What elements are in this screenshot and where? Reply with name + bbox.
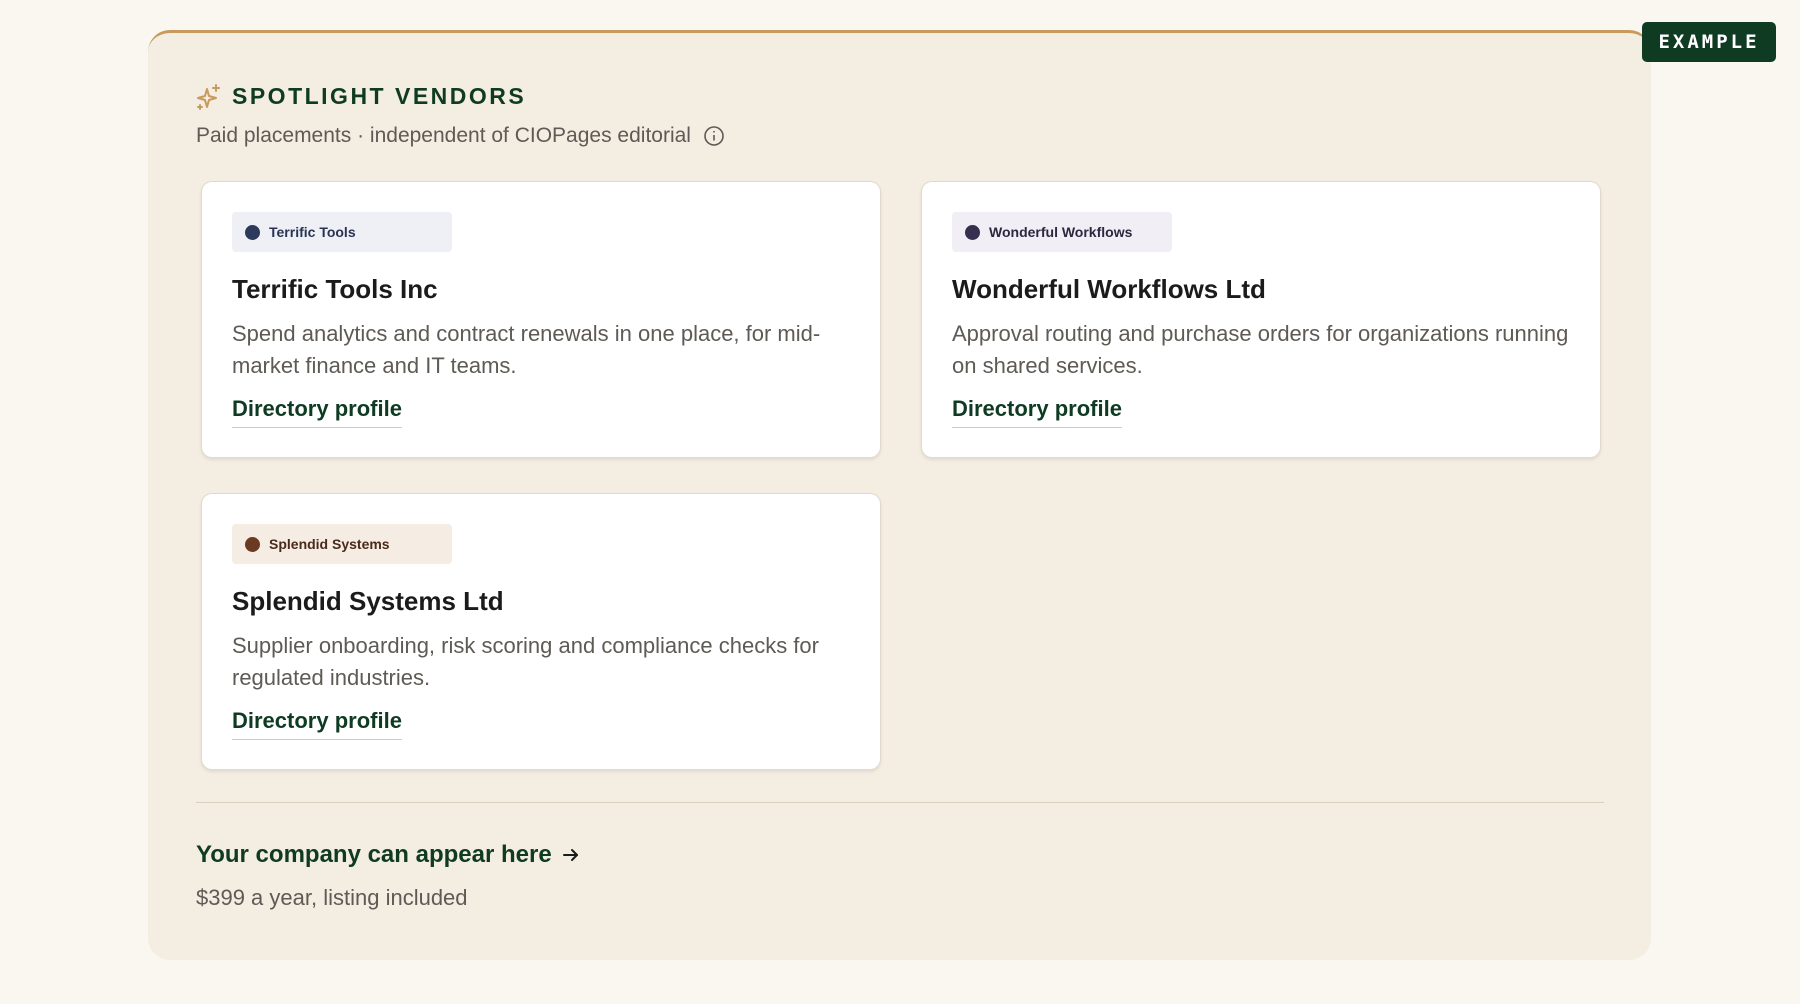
advertise-price: $399 a year, listing included [196, 885, 468, 910]
info-icon[interactable] [703, 125, 725, 147]
vendor-card-wonderful-workflows: Wonderful Workflows Wonderful Workflows … [921, 181, 1601, 458]
vendor-card-terrific-tools: Terrific Tools Terrific Tools Inc Spend … [201, 181, 881, 458]
directory-profile-link[interactable]: Directory profile [232, 396, 402, 428]
vendor-tag: Wonderful Workflows [952, 212, 1172, 252]
vendor-name: Terrific Tools Inc [232, 274, 438, 304]
vendor-name: Splendid Systems Ltd [232, 586, 504, 616]
sparkle-icon [196, 83, 222, 110]
vendor-tag-label: Splendid Systems [269, 536, 390, 552]
vendor-description: Approval routing and purchase orders for… [952, 321, 1569, 378]
vendor-logo-dot [245, 224, 260, 240]
advertise-link-label: Your company can appear here [196, 841, 552, 868]
vendor-logo-dot [965, 224, 980, 240]
arrow-right-icon [562, 846, 580, 864]
vendor-description: Spend analytics and contract renewals in… [232, 321, 821, 378]
vendor-name: Wonderful Workflows Ltd [952, 274, 1266, 304]
vendor-card-splendid-systems: Splendid Systems Splendid Systems Ltd Su… [201, 493, 881, 770]
panel-title: SPOTLIGHT VENDORS [232, 83, 527, 109]
directory-profile-link[interactable]: Directory profile [952, 396, 1122, 428]
vendor-description: Supplier onboarding, risk scoring and co… [232, 633, 819, 690]
vendor-tag-label: Terrific Tools [269, 224, 356, 240]
example-badge: EXAMPLE [1642, 22, 1776, 62]
divider [196, 802, 1604, 803]
directory-profile-link[interactable]: Directory profile [232, 708, 402, 740]
spotlight-vendors-panel: SPOTLIGHT VENDORS Paid placements · inde… [148, 30, 1651, 960]
advertise-link[interactable]: Your company can appear here [196, 841, 580, 869]
advertise-cta: Your company can appear here $399 a year… [196, 841, 580, 911]
vendor-logo-dot [245, 536, 260, 552]
vendor-tag-label: Wonderful Workflows [989, 224, 1133, 240]
panel-header: SPOTLIGHT VENDORS Paid placements · inde… [196, 83, 725, 148]
vendor-tag: Splendid Systems [232, 524, 452, 564]
panel-subtitle: Paid placements · independent of CIOPage… [196, 124, 691, 147]
vendor-tag: Terrific Tools [232, 212, 452, 252]
